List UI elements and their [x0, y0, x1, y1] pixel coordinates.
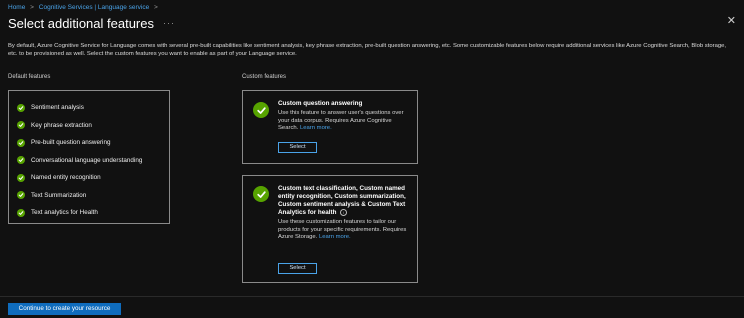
- card-body: Custom text classification, Custom named…: [278, 185, 407, 242]
- checkmark-circle-icon: [17, 191, 25, 200]
- card-title: Custom question answering: [278, 100, 363, 107]
- card-description-text: Use this feature to answer user's questi…: [278, 110, 404, 132]
- learn-more-link[interactable]: Learn more.: [319, 234, 351, 240]
- page-title: Select additional features: [8, 15, 154, 31]
- select-button[interactable]: Select: [278, 142, 317, 153]
- breadcrumb: Home > Cognitive Services | Language ser…: [8, 4, 161, 11]
- checkmark-circle-icon: [253, 102, 269, 118]
- close-icon[interactable]: ✕: [727, 14, 736, 28]
- list-item: Named entity recognition: [17, 169, 169, 187]
- feature-label: Text analytics for Health: [31, 209, 98, 217]
- list-item: Pre-built question answering: [17, 134, 169, 152]
- checkmark-circle-icon: [17, 156, 25, 165]
- list-item: Conversational language understanding: [17, 152, 169, 170]
- feature-label: Key phrase extraction: [31, 121, 92, 129]
- card-description: Use these customization features to tail…: [278, 219, 407, 242]
- list-item: Text Summarization: [17, 187, 169, 205]
- breadcrumb-separator: >: [154, 4, 158, 11]
- more-icon[interactable]: ···: [163, 18, 175, 28]
- breadcrumb-separator: >: [30, 4, 34, 11]
- default-features-label: Default features: [8, 74, 51, 80]
- feature-label: Sentiment analysis: [31, 104, 84, 112]
- feature-label: Pre-built question answering: [31, 139, 111, 147]
- custom-question-answering-card: Custom question answering Use this featu…: [242, 90, 418, 164]
- checkmark-circle-icon: [17, 138, 25, 147]
- list-item: Sentiment analysis: [17, 99, 169, 117]
- card-body: Custom question answering Use this featu…: [278, 100, 407, 133]
- checkmark-circle-icon: [17, 173, 25, 182]
- checkmark-circle-icon: [17, 208, 25, 217]
- learn-more-link[interactable]: Learn more.: [300, 125, 332, 131]
- feature-label: Named entity recognition: [31, 174, 101, 182]
- list-item: Key phrase extraction: [17, 117, 169, 135]
- feature-label: Text Summarization: [31, 191, 87, 199]
- page-description: By default, Azure Cognitive Service for …: [8, 43, 727, 57]
- list-item: Text analytics for Health: [17, 204, 169, 222]
- breadcrumb-home[interactable]: Home: [8, 4, 25, 11]
- card-description: Use this feature to answer user's questi…: [278, 110, 407, 133]
- continue-button[interactable]: Continue to create your resource: [8, 303, 121, 315]
- select-button[interactable]: Select: [278, 263, 317, 274]
- default-features-list: Sentiment analysis Key phrase extraction…: [8, 90, 170, 224]
- checkmark-circle-icon: [253, 186, 269, 202]
- card-title: Custom text classification, Custom named…: [278, 185, 407, 217]
- checkmark-circle-icon: [17, 103, 25, 112]
- custom-features-label: Custom features: [242, 74, 287, 80]
- breadcrumb-language-service[interactable]: Cognitive Services | Language service: [39, 4, 149, 11]
- feature-label: Conversational language understanding: [31, 156, 143, 164]
- footer-divider: [0, 296, 744, 297]
- title-row: Select additional features ···: [8, 14, 175, 32]
- info-icon[interactable]: i: [340, 209, 348, 216]
- custom-text-features-card: Custom text classification, Custom named…: [242, 175, 418, 283]
- checkmark-circle-icon: [17, 121, 25, 130]
